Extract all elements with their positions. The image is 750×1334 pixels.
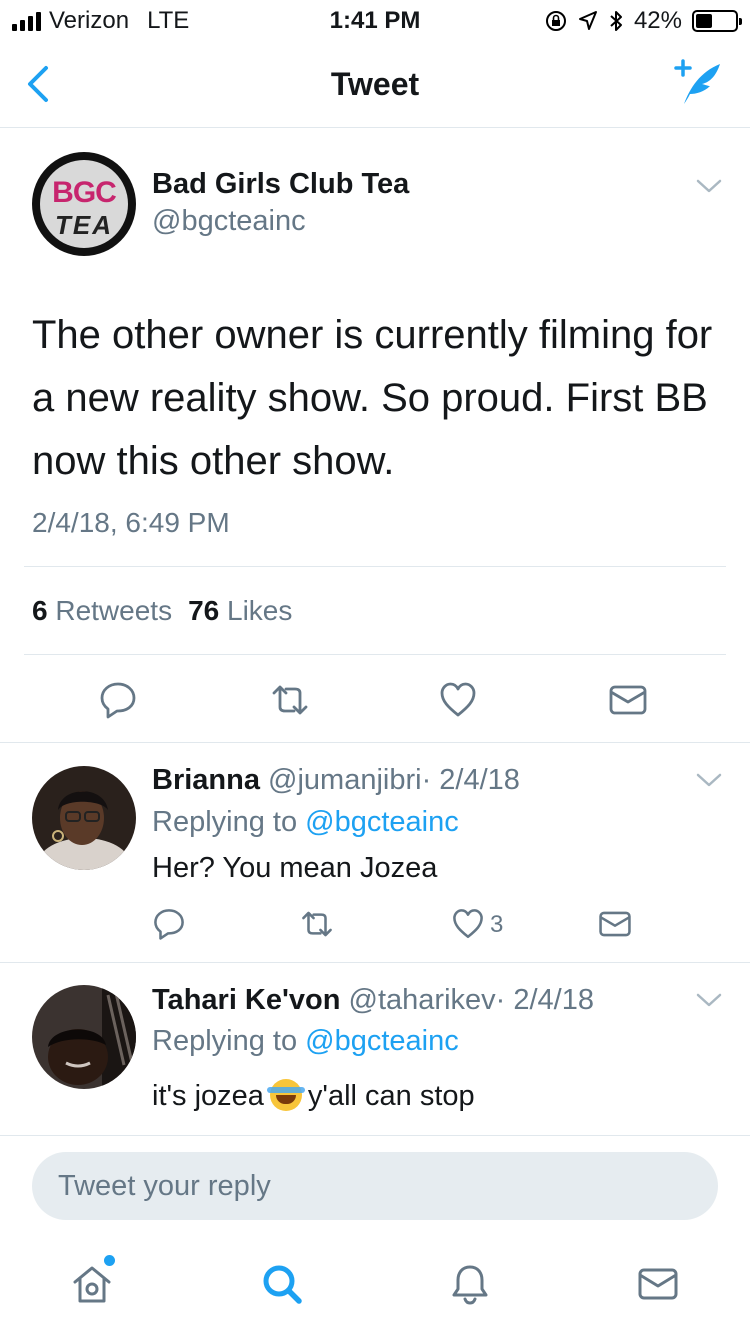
tweet-timestamp: 2/4/18, 6:49 PM (32, 507, 230, 538)
reply-avatar[interactable] (32, 985, 136, 1089)
replying-to: Replying to @bgcteainc (152, 806, 459, 839)
tweet-text: The other owner is currently filming for… (32, 313, 713, 483)
reply-author-name[interactable]: Tahari Ke'von (152, 984, 340, 1016)
reply-text-part: it's jozea (152, 1080, 264, 1112)
reply-date: · 2/4/18 (495, 984, 594, 1016)
divider (0, 742, 750, 743)
reply-icon[interactable] (98, 680, 138, 720)
rotation-lock-icon (545, 11, 566, 31)
location-icon (578, 11, 597, 30)
like-icon[interactable] (438, 680, 478, 720)
page-title: Tweet (330, 66, 420, 102)
chevron-down-icon[interactable] (696, 992, 722, 1008)
likes-stat[interactable]: 76 Likes (188, 595, 292, 627)
author-name[interactable]: Bad Girls Club Tea (152, 168, 409, 201)
new-content-dot (104, 1255, 115, 1266)
reply-author-name[interactable]: Brianna (152, 764, 260, 796)
reply-composer[interactable] (32, 1152, 718, 1220)
battery-icon (692, 10, 742, 32)
author-handle[interactable]: @bgcteainc (152, 205, 306, 238)
reply-header: Tahari Ke'von @taharikev· 2/4/18 (152, 984, 594, 1017)
notifications-bell-icon[interactable] (448, 1262, 492, 1306)
nav-bar: Tweet (0, 40, 750, 128)
chevron-down-icon[interactable] (696, 772, 722, 788)
reply-avatar[interactable] (32, 766, 136, 870)
like-icon[interactable] (451, 907, 485, 941)
bluetooth-icon (610, 11, 622, 31)
replying-to-label: Replying to (152, 1025, 298, 1057)
logo-text-top: BGC (52, 176, 117, 209)
divider (0, 962, 750, 963)
reply-date: · 2/4/18 (421, 764, 520, 796)
retweet-icon[interactable] (300, 907, 334, 941)
reply-author-handle[interactable]: @taharikev (349, 984, 496, 1016)
direct-message-icon[interactable] (598, 907, 632, 941)
reply-text-part: y'all can stop (307, 1080, 475, 1112)
replying-to-handle[interactable]: @bgcteainc (305, 806, 459, 838)
home-icon[interactable] (70, 1262, 114, 1306)
laughing-tears-emoji-icon (266, 1079, 305, 1111)
like-count: 3 (490, 911, 504, 938)
divider (24, 654, 726, 655)
chevron-down-icon[interactable] (696, 178, 722, 194)
search-icon[interactable] (260, 1262, 304, 1306)
author-avatar[interactable]: BGC TEA (32, 152, 136, 256)
reply-icon[interactable] (152, 907, 186, 941)
replying-to: Replying to @bgcteainc (152, 1025, 459, 1058)
reply-avatar-photo (32, 766, 136, 870)
direct-message-icon[interactable] (608, 680, 648, 720)
reply-header: Brianna @jumanjibri· 2/4/18 (152, 764, 520, 797)
reply-text: it's jozea y'all can stop (152, 1079, 475, 1113)
battery-percent: 42% (633, 7, 682, 34)
tweet-stats: 6 Retweets 76 Likes (32, 595, 292, 627)
replying-to-handle[interactable]: @bgcteainc (305, 1025, 459, 1057)
reply-input[interactable] (32, 1152, 718, 1220)
status-bar: Verizon LTE 1:41 PM 42% (0, 0, 750, 40)
messages-icon[interactable] (636, 1262, 680, 1306)
retweets-stat[interactable]: 6 Retweets (32, 595, 172, 627)
reply-avatar-photo (32, 985, 136, 1089)
divider (24, 566, 726, 567)
avatar-logo: BGC TEA (40, 160, 128, 248)
retweet-icon[interactable] (270, 680, 310, 720)
reply-text: Her? You mean Jozea (152, 852, 438, 884)
compose-tweet-icon[interactable] (670, 58, 726, 108)
status-bar-right: 42% (544, 7, 742, 35)
replying-to-label: Replying to (152, 806, 298, 838)
tab-bar (0, 1240, 750, 1334)
logo-text-bottom: TEA (55, 210, 113, 240)
reply-author-handle[interactable]: @jumanjibri (268, 764, 422, 796)
